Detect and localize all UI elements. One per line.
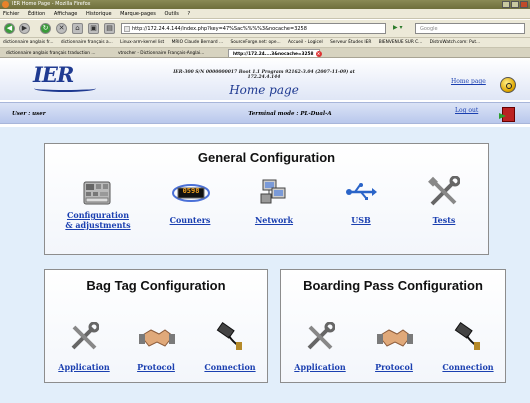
bookmarks-bar: dictionnaire anglais fr... dictionnaire …: [0, 38, 530, 48]
handshake-icon[interactable]: [377, 324, 413, 350]
home-icon[interactable]: ⌂: [72, 23, 83, 34]
configuration-link-line1: Configuration: [66, 210, 130, 220]
bag-tag-connection-link[interactable]: Connection: [195, 362, 265, 372]
page-header: IER IER-300 S/N 0000000017 Boot 1.1 Prog…: [0, 58, 530, 100]
menu-edition[interactable]: Édition: [28, 11, 45, 17]
url-text: http://172.24.4.144/index.php?key=47%Sac…: [132, 26, 307, 32]
bookmark-item[interactable]: BIENVENUE SUR C...: [379, 40, 423, 45]
configuration-adjustments-link[interactable]: Configuration & adjustments: [55, 210, 141, 230]
configuration-link-line2: & adjustments: [65, 220, 131, 230]
tab-bar: dictionnaire anglais français traduction…: [0, 48, 530, 58]
forward-icon[interactable]: ▶: [19, 23, 30, 34]
menu-bar: Fichier Édition Affichage Historique Mar…: [0, 9, 530, 19]
menu-historique[interactable]: Historique: [86, 11, 112, 17]
menu-fichier[interactable]: Fichier: [3, 11, 19, 17]
tab-vtrocher[interactable]: vtrocher - Dictionnaire Français-Anglai.…: [114, 49, 224, 57]
favicon-icon: [124, 26, 130, 32]
general-configuration-panel: General Configuration Configuration & ad…: [44, 143, 489, 255]
exit-door-icon[interactable]: [499, 107, 515, 122]
search-input[interactable]: Google: [415, 23, 525, 34]
logout-link[interactable]: Log out: [455, 107, 478, 114]
bookmark-item[interactable]: DistroWatch.com: Put...: [430, 40, 480, 45]
terminal-mode-label: Terminal mode : PL-Dual-A: [248, 111, 332, 117]
bookmark-item[interactable]: Linux-arm-kernel list: [120, 40, 164, 45]
boarding-application-link[interactable]: Application: [285, 362, 355, 372]
boarding-protocol-link[interactable]: Protocol: [363, 362, 425, 372]
handshake-icon[interactable]: [139, 324, 175, 350]
cable-connector-icon[interactable]: [215, 322, 245, 352]
boarding-pass-configuration-panel: Boarding Pass Configuration Application …: [280, 269, 506, 383]
maximize-button[interactable]: [511, 1, 519, 8]
usb-icon[interactable]: [345, 182, 377, 202]
page-title: Home page: [229, 83, 299, 97]
firefox-icon: [2, 1, 9, 8]
url-field[interactable]: http://172.24.4.144/index.php?key=47%Sac…: [121, 23, 386, 34]
boarding-pass-title: Boarding Pass Configuration: [303, 278, 483, 293]
browser-window: { "browser": { "title": "IER Home Page -…: [0, 0, 530, 403]
reload-icon[interactable]: ↻: [40, 23, 51, 34]
control-panel-icon[interactable]: [83, 181, 111, 205]
network-icon[interactable]: [259, 178, 289, 206]
user-bar: User : user Terminal mode : PL-Dual-A Lo…: [0, 102, 530, 124]
bookmark-item[interactable]: SourceForge.net: ope...: [231, 40, 281, 45]
logo-swoosh: [34, 85, 96, 92]
menu-help[interactable]: ?: [187, 11, 190, 17]
go-icon[interactable]: ▶ ▾: [393, 24, 403, 31]
bag-tag-title: Bag Tag Configuration: [86, 278, 226, 293]
tools-icon[interactable]: [428, 176, 460, 208]
boarding-connection-link[interactable]: Connection: [433, 362, 503, 372]
tab-ier-active[interactable]: http://172.24....3&nocache=3258 ×: [228, 49, 322, 57]
counters-link[interactable]: Counters: [157, 215, 223, 225]
bookmark-item[interactable]: Accueil - Logicel: [288, 40, 323, 45]
application-tools-icon[interactable]: [305, 322, 335, 352]
bookmark-icon[interactable]: ▤: [104, 23, 115, 34]
application-tools-icon[interactable]: [69, 322, 99, 352]
usb-link[interactable]: USB: [329, 215, 393, 225]
cable-connector-icon[interactable]: [453, 322, 483, 352]
tab-dictionnaire[interactable]: dictionnaire anglais français traduction…: [2, 49, 112, 57]
window-titlebar: IER Home Page - Mozilla Firefox: [0, 0, 530, 9]
bag-tag-protocol-link[interactable]: Protocol: [125, 362, 187, 372]
tab-ier-label: http://172.24....3&nocache=3258: [233, 52, 314, 57]
close-tab-icon[interactable]: ×: [315, 50, 322, 57]
menu-marque-pages[interactable]: Marque-pages: [120, 11, 156, 17]
bookmark-item[interactable]: MRIO Claude Bernard ...: [172, 40, 224, 45]
tests-link[interactable]: Tests: [412, 215, 476, 225]
counter-value: 0598: [182, 187, 200, 195]
home-page-link[interactable]: Home page: [451, 78, 486, 85]
window-title: IER Home Page - Mozilla Firefox: [12, 1, 91, 7]
user-label: User : user: [12, 111, 46, 117]
close-window-button[interactable]: [520, 1, 528, 8]
bookmark-item[interactable]: dictionnaire français a...: [61, 40, 113, 45]
bookmark-item[interactable]: dictionnaire anglais fr...: [3, 40, 53, 45]
search-placeholder: Google: [420, 26, 438, 32]
bag-tag-configuration-panel: Bag Tag Configuration Application Protoc…: [44, 269, 268, 383]
minimize-button[interactable]: [502, 1, 510, 8]
ier-logo: IER: [33, 62, 74, 87]
menu-affichage[interactable]: Affichage: [54, 11, 78, 17]
main-content: General Configuration Configuration & ad…: [0, 127, 530, 403]
back-icon[interactable]: ◀: [4, 23, 15, 34]
device-info: IER-300 S/N 0000000017 Boot 1.1 Program …: [173, 70, 355, 80]
stop-icon[interactable]: ✕: [56, 23, 67, 34]
bag-tag-application-link[interactable]: Application: [49, 362, 119, 372]
network-link[interactable]: Network: [241, 215, 307, 225]
menu-outils[interactable]: Outils: [164, 11, 178, 17]
general-configuration-title: General Configuration: [197, 150, 336, 165]
bookmark-item[interactable]: Serveur Études IER: [330, 40, 371, 45]
navigation-toolbar: ◀ ▶ ↻ ✕ ⌂ ▣ ▤ http://172.24.4.144/index.…: [0, 20, 530, 38]
print-icon[interactable]: ▣: [88, 23, 99, 34]
power-icon[interactable]: [500, 77, 516, 93]
